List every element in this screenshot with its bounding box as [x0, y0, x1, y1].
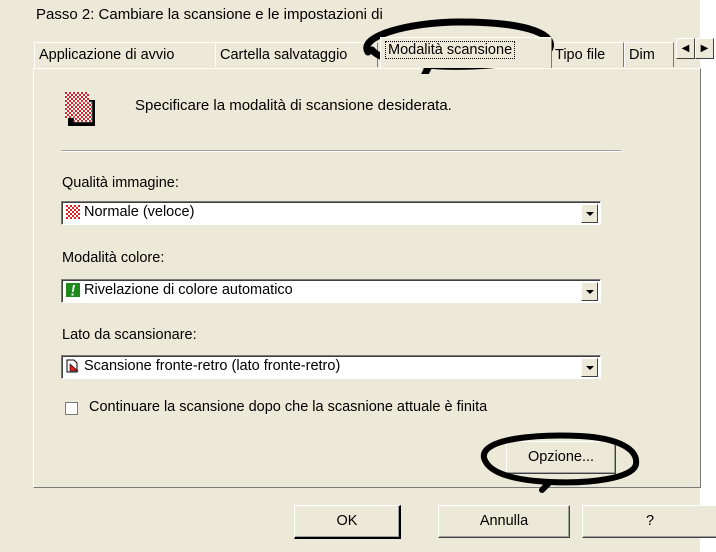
color-mode-select[interactable]: Rivelazione di colore automatico: [61, 279, 601, 303]
divider: [61, 150, 621, 152]
cancel-button-label: Annulla: [479, 513, 529, 529]
tab-label: Applicazione di avvio: [39, 47, 175, 63]
dialog-title: Passo 2: Cambiare la scansione e le impo…: [36, 6, 383, 23]
continue-scan-checkbox[interactable]: [65, 402, 78, 415]
duplex-page-icon: [66, 359, 79, 373]
tab-scroll-left-button[interactable]: ◀: [676, 38, 695, 59]
color-mode-value: Rivelazione di colore automatico: [84, 282, 293, 298]
options-button[interactable]: Opzione...: [506, 441, 616, 474]
tab-label: Dim: [629, 47, 655, 63]
scan-side-value: Scansione fronte-retro (lato fronte-retr…: [84, 358, 341, 374]
scan-side-label: Lato da scansionare:: [62, 327, 197, 343]
chevron-down-icon[interactable]: [581, 204, 598, 223]
scan-side-select[interactable]: Scansione fronte-retro (lato fronte-retr…: [61, 355, 601, 379]
settings-dialog: Passo 2: Cambiare la scansione e le impo…: [0, 0, 716, 552]
tab-label: Cartella salvataggio: [220, 47, 348, 63]
triangle-left-icon: ◀: [681, 43, 690, 54]
help-button[interactable]: ?: [582, 505, 716, 538]
ok-button[interactable]: OK: [294, 505, 401, 539]
tab-modalita-scansione[interactable]: Modalità scansione: [380, 37, 552, 68]
cancel-button[interactable]: Annulla: [438, 505, 570, 538]
red-checker-icon: [66, 205, 80, 219]
scan-mode-checker-icon: [65, 92, 95, 126]
tab-scroll-right-button[interactable]: ▶: [695, 38, 714, 59]
continue-scan-label: Continuare la scansione dopo che la scas…: [89, 399, 488, 415]
green-exclamation-icon: [66, 283, 80, 297]
triangle-right-icon: ▶: [700, 43, 709, 54]
help-button-label: ?: [645, 513, 655, 529]
image-quality-value: Normale (veloce): [84, 204, 195, 220]
image-quality-label: Qualità immagine:: [62, 175, 179, 191]
tab-label: Tipo file: [555, 47, 606, 63]
tab-label: Modalità scansione: [385, 41, 516, 59]
options-button-label: Opzione...: [527, 449, 595, 465]
chevron-down-icon[interactable]: [581, 282, 598, 301]
tab-cartella-salvataggio[interactable]: Cartella salvataggio: [215, 42, 378, 67]
color-mode-label: Modalità colore:: [62, 250, 165, 266]
tab-tipo-file[interactable]: Tipo file: [550, 42, 624, 67]
tab-panel: [33, 68, 701, 488]
tab-dimensione[interactable]: Dim: [624, 42, 674, 67]
image-quality-select[interactable]: Normale (veloce): [61, 201, 601, 225]
ok-button-label: OK: [336, 513, 358, 529]
tab-applicazione-di-avvio[interactable]: Applicazione di avvio: [34, 42, 216, 67]
chevron-down-icon[interactable]: [581, 358, 598, 377]
header-instruction: Specificare la modalità di scansione des…: [135, 97, 452, 114]
